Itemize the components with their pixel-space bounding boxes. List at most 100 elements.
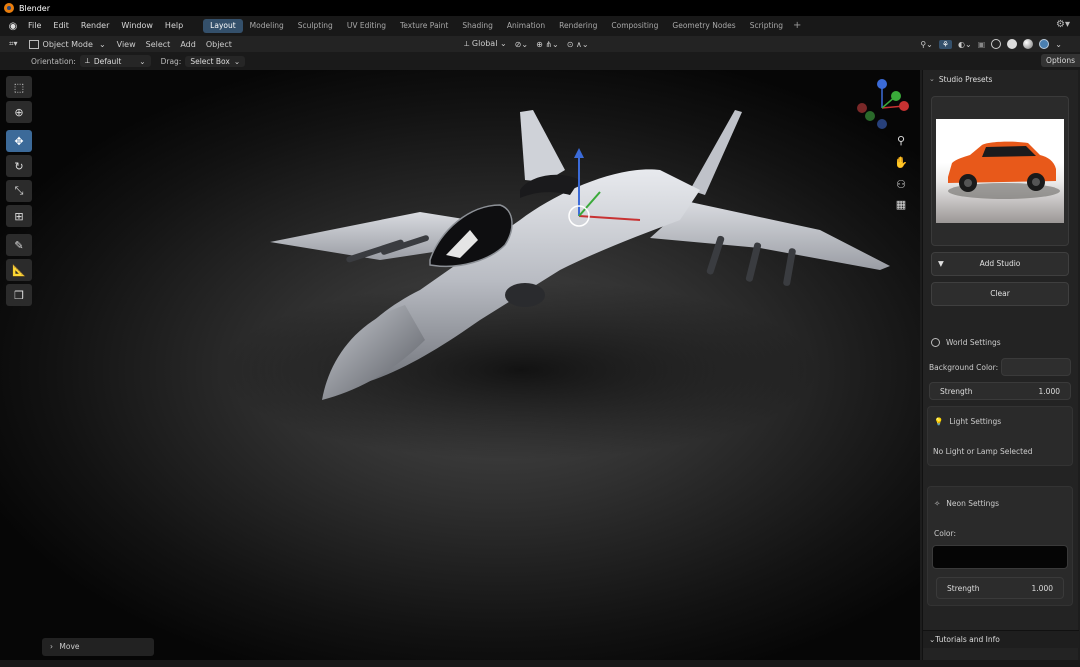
chevron-down-icon: ⌄: [98, 39, 106, 49]
drag-dropdown[interactable]: Select Box ⌄: [185, 55, 246, 67]
visibility-icon[interactable]: ⚲⌄: [920, 40, 933, 49]
editor-type-icon[interactable]: ⌗▾: [4, 39, 23, 49]
zoom-icon[interactable]: ⚲: [892, 132, 910, 150]
title-bar: Blender: [0, 0, 1080, 16]
studio-presets-header[interactable]: ⌄ Studio Presets: [923, 70, 1078, 88]
status-bar: [0, 660, 1080, 667]
tab-sculpting[interactable]: Sculpting: [291, 19, 340, 33]
background-color-label: Background Color:: [929, 363, 999, 372]
tab-modeling[interactable]: Modeling: [243, 19, 291, 33]
tab-animation[interactable]: Animation: [500, 19, 552, 33]
menu-render[interactable]: Render: [75, 16, 115, 36]
material-shading-icon[interactable]: [1023, 39, 1034, 49]
transform-orientation-dropdown[interactable]: ⟂ Global ⌄: [464, 39, 507, 49]
shading-options-icon[interactable]: ⌄: [1055, 40, 1062, 49]
tab-layout[interactable]: Layout: [203, 19, 243, 33]
orientation-dropdown-value: Default: [93, 56, 122, 66]
solid-shading-icon[interactable]: [1007, 39, 1018, 49]
tab-texture-paint[interactable]: Texture Paint: [393, 19, 455, 33]
studio-logo-icon: ▼: [938, 259, 944, 268]
transform-tool-icon[interactable]: ⊞: [6, 205, 32, 227]
rotate-tool-icon[interactable]: ↻: [6, 155, 32, 177]
last-operator-panel[interactable]: › Move: [42, 638, 154, 656]
grid-icon[interactable]: ▦: [892, 196, 910, 214]
annotate-tool-icon[interactable]: ✎: [6, 234, 32, 256]
tool-shelf: ⬚ ⊕ ✥ ↻ ⤡ ⊞ ✎ 📐 ❒: [6, 76, 34, 309]
gizmo-toggle-icon[interactable]: ⚘: [938, 39, 953, 49]
light-settings-title: Light Settings: [949, 417, 1002, 426]
navigation-gizmo-icon[interactable]: [852, 76, 914, 138]
move-tool-icon[interactable]: ✥: [6, 130, 32, 152]
blender-menu-icon[interactable]: ◉: [4, 21, 22, 32]
orientation-value: Global: [471, 39, 498, 48]
jet-model-render[interactable]: [0, 70, 920, 660]
menu-view[interactable]: View: [112, 40, 141, 49]
world-strength-value: 1.000: [1038, 386, 1060, 396]
neon-strength-field[interactable]: Strength 1.000: [936, 577, 1064, 599]
tab-uv-editing[interactable]: UV Editing: [340, 19, 393, 33]
wireframe-shading-icon[interactable]: [991, 39, 1002, 49]
world-settings-header[interactable]: World Settings: [931, 338, 1001, 347]
menu-select[interactable]: Select: [141, 40, 176, 49]
tab-rendering[interactable]: Rendering: [552, 19, 604, 33]
chevron-right-icon: ›: [50, 642, 53, 651]
blender-logo-icon: [4, 3, 14, 13]
camera-icon[interactable]: ⚇: [892, 176, 910, 194]
jet-right-tail: [690, 110, 742, 195]
menu-add[interactable]: Add: [175, 40, 201, 49]
measure-tool-icon[interactable]: 📐: [6, 259, 32, 281]
neon-settings-title: Neon Settings: [946, 499, 1000, 508]
orientation-dropdown[interactable]: ⟂ Default ⌄: [79, 55, 151, 67]
mode-selector[interactable]: Object Mode ⌄: [28, 39, 106, 49]
drag-dropdown-value: Select Box: [190, 56, 230, 66]
snap-icon[interactable]: ⊕ ⋔⌄: [536, 40, 559, 49]
menu-object[interactable]: Object: [201, 40, 237, 49]
studio-preview[interactable]: [931, 96, 1069, 246]
select-box-tool-icon[interactable]: ⬚: [6, 76, 32, 98]
jet-shadow: [220, 280, 820, 460]
menu-window[interactable]: Window: [115, 16, 159, 36]
add-cube-tool-icon[interactable]: ❒: [6, 284, 32, 306]
menu-edit[interactable]: Edit: [47, 16, 75, 36]
tutorials-title: Tutorials and Info: [935, 635, 1000, 644]
cursor-tool-icon[interactable]: ⊕: [6, 101, 32, 123]
neon-icon: ✧: [934, 499, 941, 508]
light-message: No Light or Lamp Selected: [933, 447, 1033, 456]
chevron-down-icon: ⌄: [929, 75, 935, 83]
tutorials-header[interactable]: ⌄ Tutorials and Info: [923, 630, 1079, 648]
pivot-icon[interactable]: ⊘⌄: [515, 40, 528, 49]
studio-preview-image: [936, 119, 1064, 223]
xray-icon[interactable]: ▣: [978, 40, 986, 49]
3d-viewport[interactable]: ⚲ ✋ ⚇ ▦: [0, 70, 920, 660]
tab-scripting[interactable]: Scripting: [743, 19, 790, 33]
proportional-edit-icon[interactable]: ⊙ ∧⌄: [567, 40, 589, 49]
tab-compositing[interactable]: Compositing: [604, 19, 665, 33]
rendered-shading-icon[interactable]: [1039, 39, 1050, 49]
options-button[interactable]: Options: [1041, 54, 1080, 67]
neon-color-field[interactable]: [932, 545, 1068, 569]
neon-strength-value: 1.000: [1031, 583, 1053, 593]
overlay-toggle-icon[interactable]: ◐⌄: [958, 40, 972, 49]
scene-selector-icon[interactable]: ⚙▾: [1056, 19, 1070, 30]
object-mode-icon: [28, 39, 39, 49]
neon-settings-header[interactable]: ✧ Neon Settings: [934, 499, 999, 508]
scale-tool-icon[interactable]: ⤡: [6, 180, 32, 202]
tab-geometry-nodes[interactable]: Geometry Nodes: [665, 19, 742, 33]
clear-button[interactable]: Clear: [931, 282, 1069, 306]
menu-help[interactable]: Help: [159, 16, 189, 36]
light-settings-header[interactable]: 💡 Light Settings: [934, 417, 1001, 426]
orientation-label: Orientation:: [31, 56, 76, 66]
tab-shading[interactable]: Shading: [455, 19, 499, 33]
workspace-tabs: Layout Modeling Sculpting UV Editing Tex…: [203, 16, 801, 36]
add-studio-button[interactable]: ▼ Add Studio: [931, 252, 1069, 276]
studio-presets-title: Studio Presets: [938, 74, 993, 84]
light-settings-panel: 💡 Light Settings No Light or Lamp Select…: [927, 406, 1073, 466]
hand-icon[interactable]: ✋: [892, 154, 910, 172]
menu-file[interactable]: File: [22, 16, 47, 36]
add-workspace-button[interactable]: +: [793, 16, 801, 36]
world-strength-field[interactable]: Strength 1.000: [929, 382, 1071, 400]
background-color-field[interactable]: [1001, 358, 1071, 376]
axis-icon: ⟂: [84, 56, 90, 65]
chevron-down-icon: ⌄: [139, 56, 146, 66]
neon-color-label: Color:: [934, 529, 956, 538]
